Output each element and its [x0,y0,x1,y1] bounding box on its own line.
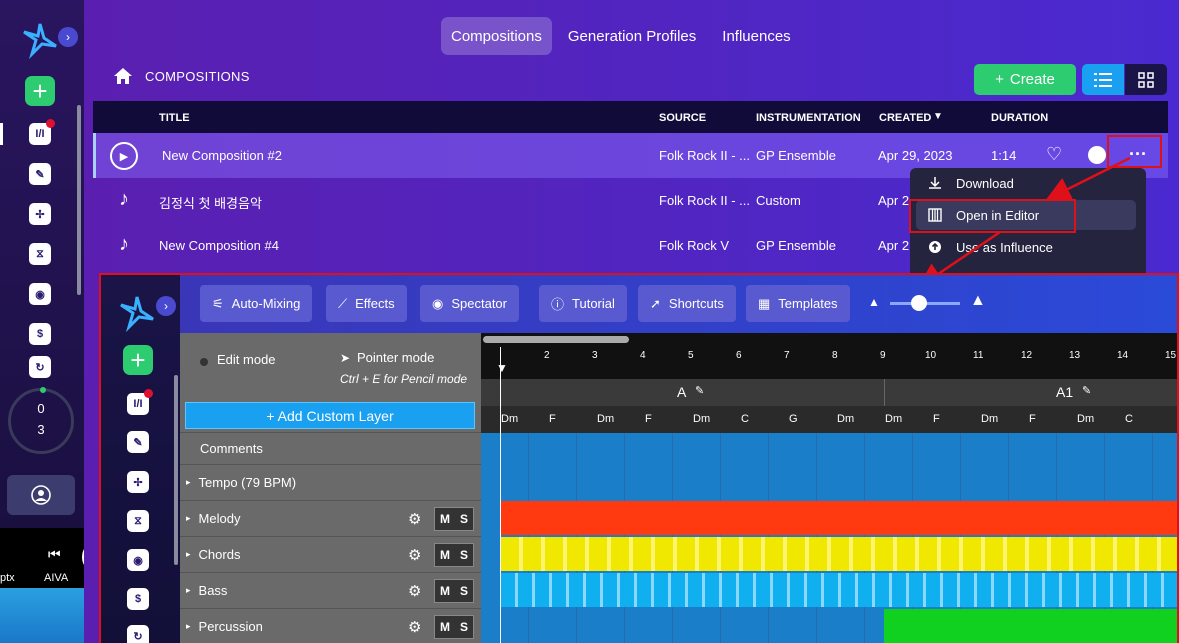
annotation-highlight-editor [99,273,1179,643]
app-root: › + I/I ✎ ✢ ⧖ ◉ $ ↻ 0 3 ⏮ ptx AIVA Compo… [0,0,1179,643]
